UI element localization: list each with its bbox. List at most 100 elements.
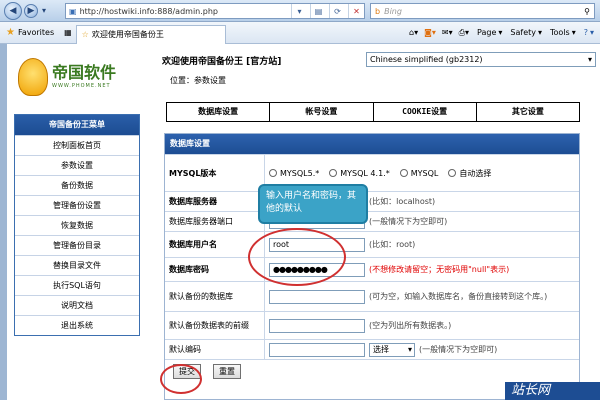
favorites-bar: ★ Favorites ▦ ☆ 欢迎使用帝国备份王 ⌂▾ ◙▾ ✉▾ ⎙▾ Pa…	[0, 22, 600, 44]
sidebar-item-manage-backup-settings[interactable]: 管理备份设置	[15, 195, 139, 215]
logo-emblem-icon	[18, 58, 48, 96]
table-prefix-row: 默认备份数据表的前缀 (空为列出所有数据表。)	[165, 311, 579, 339]
db-server-row: 数据库服务器 (比如：localhost)	[165, 191, 579, 211]
language-value: Chinese simplified (gb2312)	[370, 55, 483, 64]
table-prefix-input[interactable]	[269, 318, 365, 333]
tools-menu[interactable]: Tools ▾	[546, 28, 578, 37]
db-port-hint: (一般情况下为空即可)	[369, 217, 448, 226]
default-db-input[interactable]	[269, 289, 365, 304]
radio-circle-icon	[448, 169, 457, 177]
compatibility-icon[interactable]: ▤	[310, 4, 326, 18]
star-icon: ★	[6, 27, 15, 38]
sidebar-item-logout[interactable]: 退出系统	[15, 315, 139, 335]
command-bar: ⌂▾ ◙▾ ✉▾ ⎙▾ Page ▾ Safety ▾ Tools ▾ ? ▾	[407, 28, 600, 38]
db-password-hint: (不想修改请留空；无密码用"null"表示)	[369, 265, 510, 274]
address-dropdown-icon[interactable]: ▾	[291, 4, 307, 18]
ie-page-icon: ☆	[81, 30, 89, 39]
url-text: http://hostwiki.info:888/admin.php	[79, 6, 219, 16]
radio-mysql[interactable]: MYSQL	[399, 169, 438, 178]
search-icon[interactable]: ⚲	[584, 7, 594, 16]
sidebar-item-settings[interactable]: 参数设置	[15, 155, 139, 175]
chevron-down-icon: ▾	[407, 345, 412, 354]
radio-circle-icon	[399, 169, 408, 177]
logo-text: 帝国软件	[52, 63, 117, 82]
back-arrow-icon: ◀	[9, 6, 17, 16]
sidebar-item-control-panel[interactable]: 控制面板首页	[15, 135, 139, 155]
db-password-row: 数据库密码 ●●●●●●●●● (不想修改请留空；无密码用"null"表示)	[165, 257, 579, 281]
db-port-row: 数据库服务器端口 (一般情况下为空即可)	[165, 211, 579, 231]
tab-database-settings[interactable]: 数据库设置	[167, 103, 269, 121]
page-menu[interactable]: Page ▾	[473, 28, 504, 37]
tab-other-settings[interactable]: 其它设置	[475, 103, 579, 121]
stop-icon[interactable]: ✕	[348, 4, 364, 18]
forward-arrow-icon: ▶	[27, 6, 35, 16]
favorites-button[interactable]: ★ Favorites	[0, 24, 60, 42]
browser-tab[interactable]: ☆ 欢迎使用帝国备份王	[75, 24, 226, 44]
page-icon: ▣	[69, 6, 77, 16]
db-user-hint: (比如：root)	[369, 240, 416, 249]
mail-icon[interactable]: ✉▾	[440, 28, 455, 37]
watermark: 站长网	[505, 382, 600, 400]
tab-title: 欢迎使用帝国备份王	[91, 30, 164, 39]
form-title: 数据库设置	[165, 134, 579, 154]
help-menu[interactable]: ? ▾	[580, 28, 596, 37]
chevron-down-icon: ▾	[587, 55, 592, 64]
refresh-icon[interactable]: ⟳	[329, 4, 345, 18]
charset-input[interactable]	[269, 342, 365, 357]
forward-button[interactable]: ▶	[24, 4, 38, 18]
db-user-row: 数据库用户名 root (比如：root)	[165, 231, 579, 257]
default-db-row: 默认备份的数据库 (可为空，如输入数据库名，备份直接转到这个库。)	[165, 281, 579, 311]
db-server-hint: (比如：localhost)	[369, 197, 436, 206]
table-prefix-label: 默认备份数据表的前缀	[165, 312, 265, 339]
mysql-version-label: MYSQL版本	[165, 155, 265, 191]
bing-icon: b	[375, 6, 381, 16]
feeds-icon[interactable]: ◙▾	[422, 28, 438, 37]
settings-tabs: 数据库设置 帐号设置 COOKIE设置 其它设置	[166, 102, 580, 122]
radio-mysql5[interactable]: MYSQL5.*	[269, 169, 319, 178]
back-button[interactable]: ◀	[4, 2, 22, 20]
callout-bubble: 输入用户名和密码，其他的默认	[258, 184, 368, 224]
highlight-ellipse	[248, 228, 346, 286]
db-server-label: 数据库服务器	[165, 192, 265, 211]
sidebar-title: 帝国备份王菜单	[15, 115, 139, 135]
default-db-hint: (可为空，如输入数据库名，备份直接转到这个库。)	[369, 292, 548, 301]
sidebar-item-docs[interactable]: 说明文档	[15, 295, 139, 315]
sidebar-item-replace-files[interactable]: 替换目录文件	[15, 255, 139, 275]
charset-hint: (一般情况下为空即可)	[419, 345, 498, 354]
history-dropdown-icon[interactable]: ▾	[42, 6, 46, 15]
print-icon[interactable]: ⎙▾	[457, 28, 471, 38]
logo: 帝国软件 WWW.PHOME.NET	[18, 52, 138, 102]
browser-navigation-bar: ◀ ▶ ▾ ▣ http://hostwiki.info:888/admin.p…	[0, 0, 600, 22]
radio-auto[interactable]: 自动选择	[448, 168, 491, 179]
table-prefix-hint: (空为列出所有数据表。)	[369, 321, 452, 330]
logo-subtext: WWW.PHOME.NET	[52, 83, 111, 89]
tab-cookie-settings[interactable]: COOKIE设置	[372, 103, 476, 121]
mysql-version-row: MYSQL版本 MYSQL5.* MYSQL 4.1.* MYSQL 自动选择	[165, 154, 579, 191]
charset-select[interactable]: 选择 ▾	[369, 342, 415, 357]
sidebar-item-manage-backup-dir[interactable]: 管理备份目录	[15, 235, 139, 255]
grid-view-icon[interactable]: ▦	[60, 24, 76, 42]
charset-label: 默认编码	[165, 340, 265, 359]
home-icon[interactable]: ⌂▾	[407, 28, 420, 37]
sidebar-item-restore-data[interactable]: 恢复数据	[15, 215, 139, 235]
radio-mysql41[interactable]: MYSQL 4.1.*	[329, 169, 390, 178]
tab-account-settings[interactable]: 帐号设置	[269, 103, 372, 121]
window-frame	[0, 44, 7, 400]
welcome-title: 欢迎使用帝国备份王 [官方站]	[162, 57, 282, 67]
breadcrumb: 位置：参数设置	[170, 76, 226, 85]
sidebar-item-backup-data[interactable]: 备份数据	[15, 175, 139, 195]
submit-highlight-ellipse	[160, 364, 202, 394]
safety-menu[interactable]: Safety ▾	[506, 28, 544, 37]
charset-row: 默认编码 选择 ▾ (一般情况下为空即可)	[165, 339, 579, 359]
sidebar-menu: 帝国备份王菜单 控制面板首页 参数设置 备份数据 管理备份设置 恢复数据 管理备…	[14, 114, 140, 336]
default-db-label: 默认备份的数据库	[165, 282, 265, 311]
address-bar[interactable]: ▣ http://hostwiki.info:888/admin.php ▾ ▤…	[65, 3, 365, 19]
radio-circle-icon	[329, 169, 338, 177]
reset-button[interactable]: 重置	[213, 364, 241, 379]
db-port-label: 数据库服务器端口	[165, 212, 265, 231]
database-settings-form: 数据库设置 MYSQL版本 MYSQL5.* MYSQL 4.1.* MYSQL…	[164, 133, 580, 400]
search-box[interactable]: b Bing ⚲	[370, 3, 595, 19]
language-select[interactable]: Chinese simplified (gb2312) ▾	[366, 52, 596, 67]
search-placeholder: Bing	[384, 6, 402, 16]
sidebar-item-execute-sql[interactable]: 执行SQL语句	[15, 275, 139, 295]
